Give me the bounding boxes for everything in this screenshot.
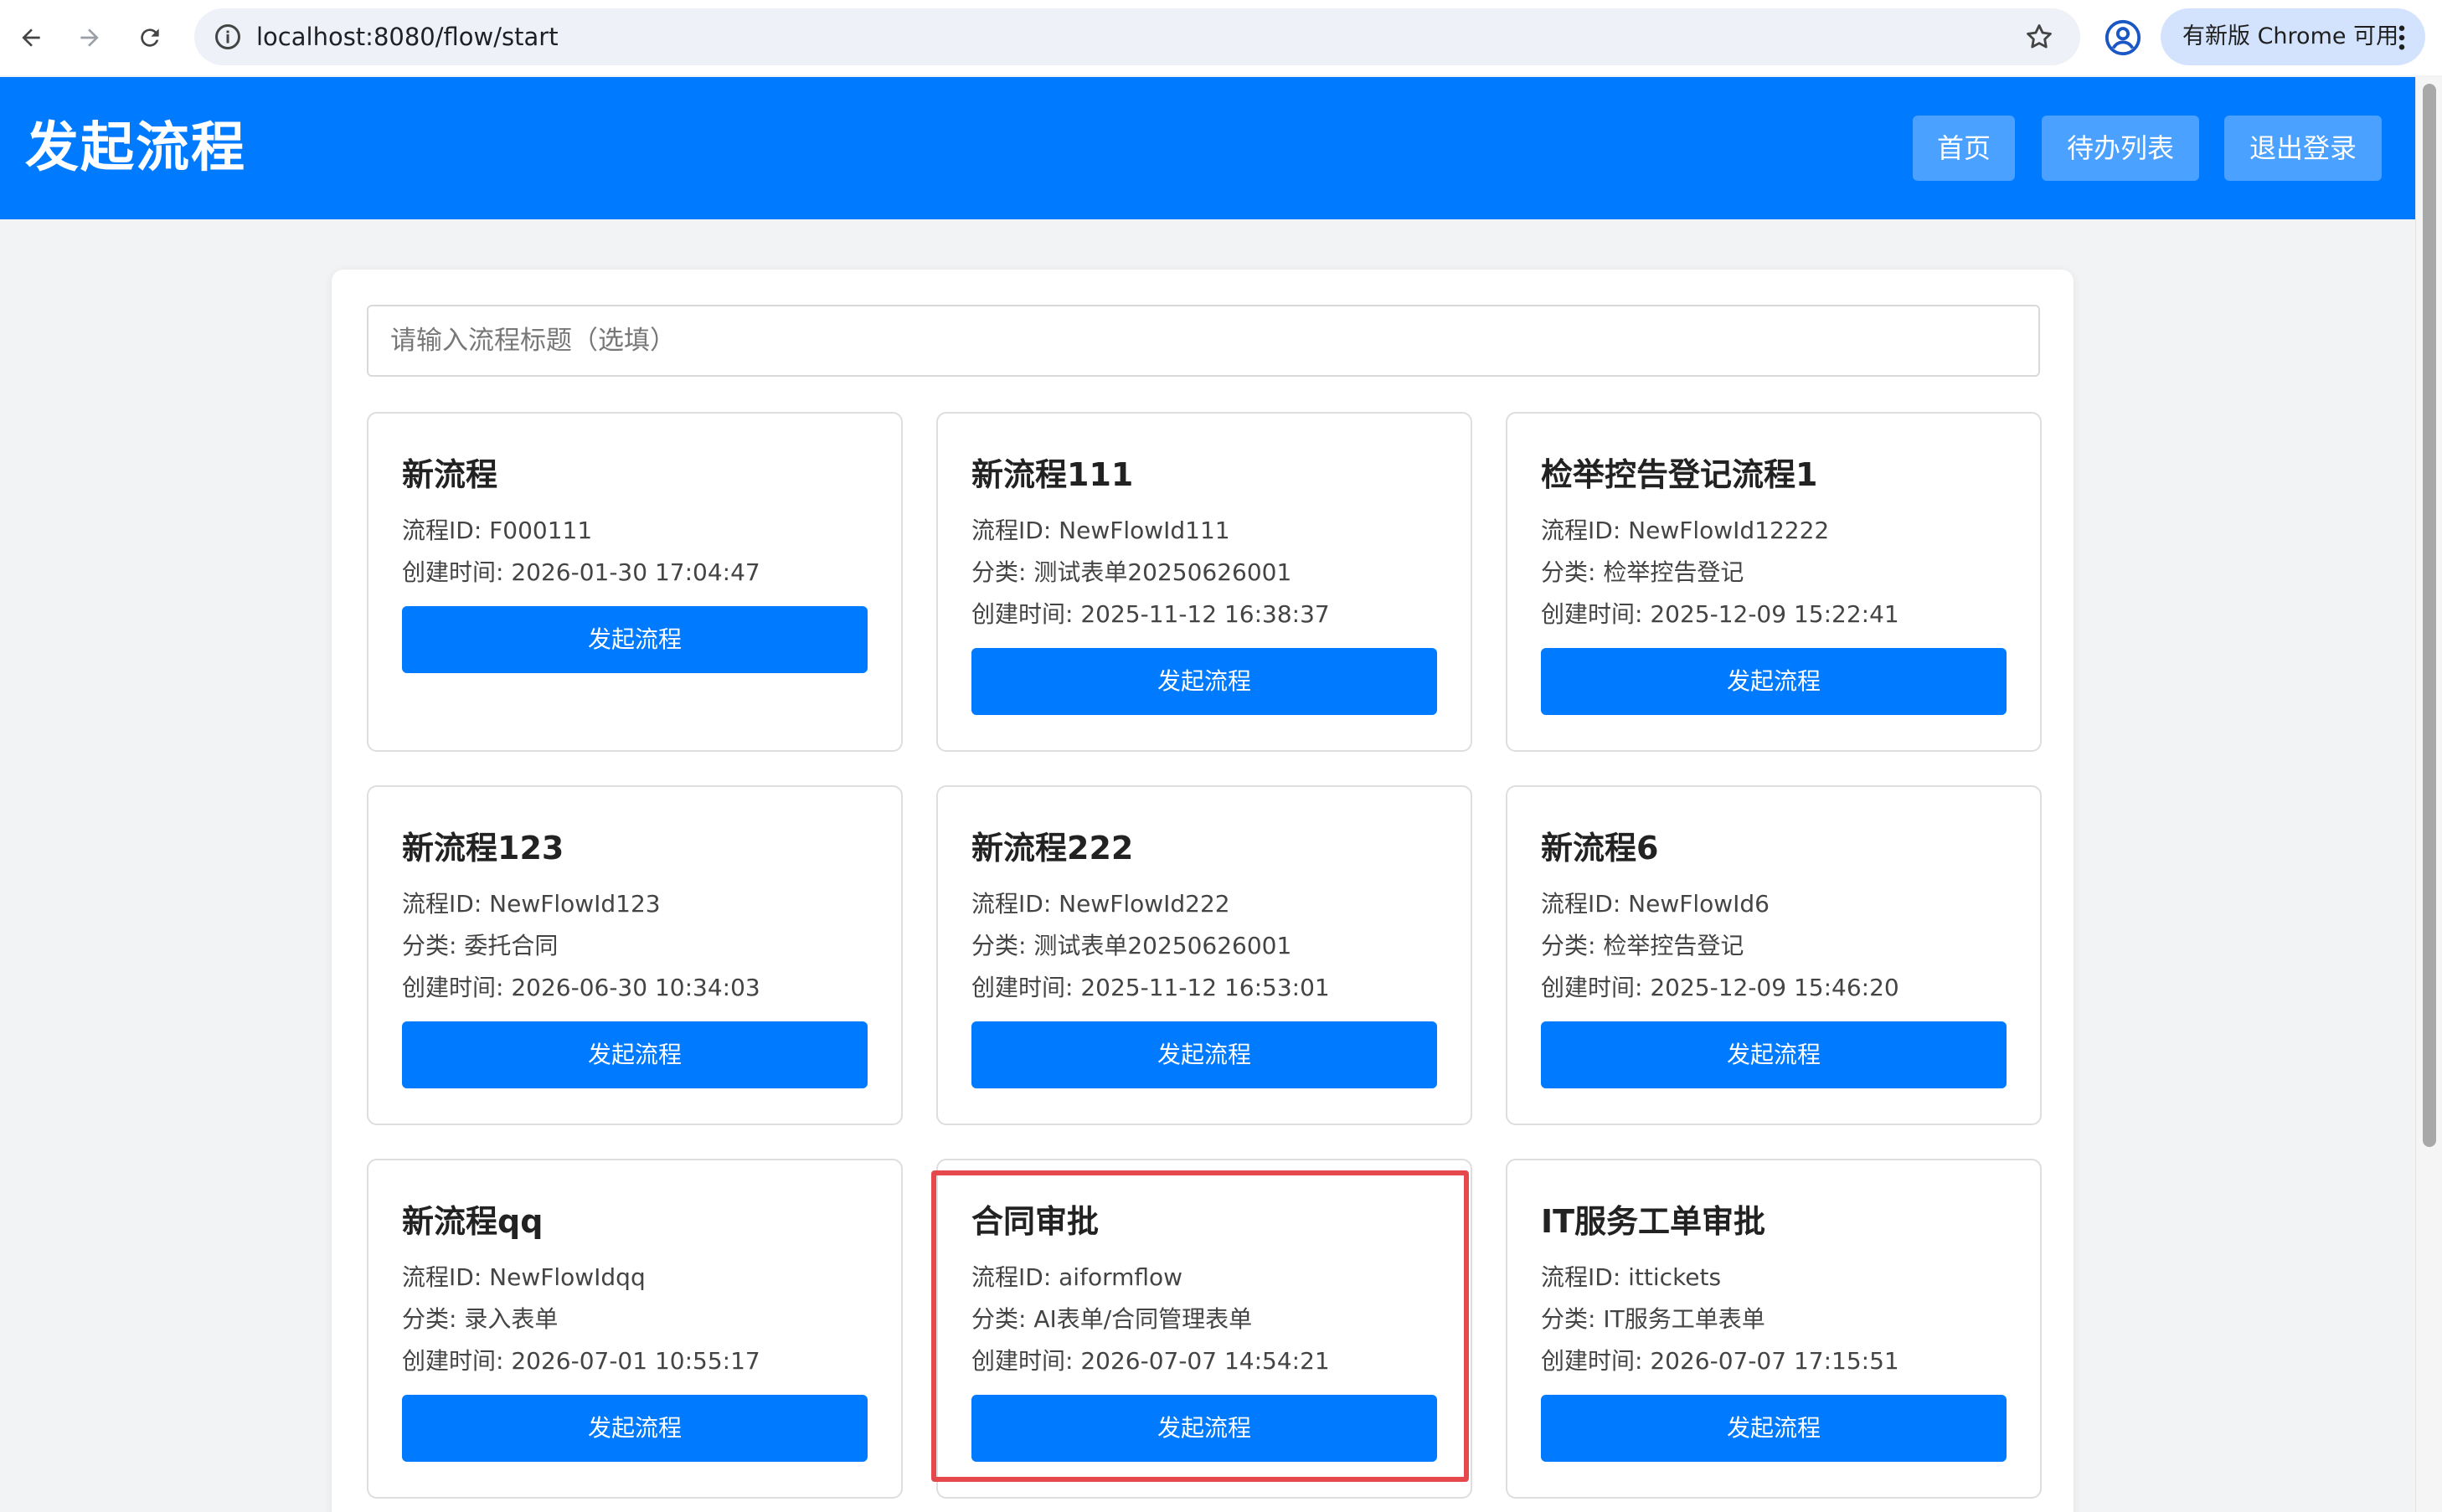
flow-card-created: 创建时间: 2026-06-30 10:34:03	[402, 974, 760, 1001]
reload-button[interactable]	[127, 15, 173, 60]
flow-card-id: 流程ID: NewFlowId123	[402, 890, 661, 918]
flow-card-title: 合同审批	[971, 1203, 1100, 1240]
flow-card-title: 检举控告登记流程1	[1541, 456, 1818, 493]
chrome-update-label: 有新版 Chrome 可用	[2182, 23, 2399, 49]
back-button[interactable]	[8, 15, 54, 60]
flow-card-title: 新流程	[402, 456, 498, 493]
start-flow-button[interactable]: 发起流程	[971, 648, 1437, 715]
start-flow-button[interactable]: 发起流程	[402, 1395, 868, 1462]
flow-card-category: 分类: 测试表单20250626001	[971, 558, 1292, 586]
flow-card-created: 创建时间: 2026-07-07 17:15:51	[1541, 1347, 1899, 1375]
flow-card-title: 新流程123	[402, 830, 564, 867]
flow-card-category: 分类: 检举控告登记	[1541, 932, 1744, 959]
flow-card-title: 新流程6	[1541, 830, 1659, 867]
forward-button[interactable]	[67, 15, 112, 60]
flow-card-id: 流程ID: NewFlowId111	[971, 517, 1230, 544]
browser-toolbar: localhost:8080/flow/start 有新版 Chrome 可用	[0, 0, 2442, 75]
flow-card: 新流程123 流程ID: NewFlowId123 分类: 委托合同 创建时间:…	[367, 785, 903, 1125]
url-text[interactable]: localhost:8080/flow/start	[256, 8, 559, 65]
chrome-update-button[interactable]: 有新版 Chrome 可用	[2161, 8, 2425, 65]
flow-card: 合同审批 流程ID: aiformflow 分类: AI表单/合同管理表单 创建…	[936, 1159, 1472, 1499]
flow-card-category: 分类: 检举控告登记	[1541, 558, 1744, 586]
flow-card: 新流程222 流程ID: NewFlowId222 分类: 测试表单202506…	[936, 785, 1472, 1125]
page-title: 发起流程	[25, 117, 246, 179]
flow-card: IT服务工单审批 流程ID: ittickets 分类: IT服务工单表单 创建…	[1506, 1159, 2042, 1499]
flow-card-category: 分类: 委托合同	[402, 932, 559, 959]
start-flow-button[interactable]: 发起流程	[1541, 1021, 2007, 1088]
flow-card-id: 流程ID: NewFlowId222	[971, 890, 1230, 918]
flow-card-id: 流程ID: NewFlowId12222	[1541, 517, 1830, 544]
forward-arrow-icon	[80, 28, 99, 47]
flow-card-created: 创建时间: 2025-12-09 15:22:41	[1541, 600, 1899, 628]
flow-card-category: 分类: 录入表单	[402, 1305, 559, 1333]
flow-card-id: 流程ID: NewFlowIdqq	[402, 1263, 646, 1291]
flow-card-created: 创建时间: 2026-07-01 10:55:17	[402, 1347, 760, 1375]
flow-card-created: 创建时间: 2026-07-07 14:54:21	[971, 1347, 1330, 1375]
page-scrollbar[interactable]	[2415, 77, 2442, 1512]
todo-list-button[interactable]: 待办列表	[2042, 116, 2199, 181]
site-info-icon[interactable]	[213, 22, 243, 52]
start-flow-button[interactable]: 发起流程	[1541, 648, 2007, 715]
flow-card-created: 创建时间: 2025-11-12 16:53:01	[971, 974, 1330, 1001]
start-flow-button[interactable]: 发起流程	[402, 1021, 868, 1088]
start-flow-button[interactable]: 发起流程	[971, 1395, 1437, 1462]
flow-card-category: 分类: 测试表单20250626001	[971, 932, 1292, 959]
scrollbar-thumb[interactable]	[2423, 84, 2436, 1147]
reload-icon	[141, 28, 159, 47]
flow-card: 新流程qq 流程ID: NewFlowIdqq 分类: 录入表单 创建时间: 2…	[367, 1159, 903, 1499]
start-flow-button[interactable]: 发起流程	[1541, 1395, 2007, 1462]
address-bar[interactable]: localhost:8080/flow/start	[194, 8, 2080, 65]
flow-card: 检举控告登记流程1 流程ID: NewFlowId12222 分类: 检举控告登…	[1506, 412, 2042, 752]
flow-card-title: IT服务工单审批	[1541, 1203, 1766, 1240]
flow-card: 新流程111 流程ID: NewFlowId111 分类: 测试表单202506…	[936, 412, 1472, 752]
start-flow-button[interactable]: 发起流程	[402, 606, 868, 673]
back-arrow-icon	[22, 28, 40, 47]
logout-button[interactable]: 退出登录	[2224, 116, 2382, 181]
flow-card-title: 新流程222	[971, 830, 1134, 867]
flow-card: 新流程 流程ID: F000111 创建时间: 2026-01-30 17:04…	[367, 412, 903, 752]
flow-card-category: 分类: IT服务工单表单	[1541, 1305, 1765, 1333]
app-header: 发起流程 首页 待办列表 退出登录	[0, 77, 2415, 219]
bookmark-star-icon[interactable]	[2023, 21, 2055, 53]
flow-card-id: 流程ID: ittickets	[1541, 1263, 1722, 1291]
flow-card-created: 创建时间: 2026-01-30 17:04:47	[402, 558, 760, 586]
flow-card-title: 新流程qq	[402, 1203, 544, 1240]
flow-card-id: 流程ID: F000111	[402, 517, 593, 544]
flow-list-panel: 新流程 流程ID: F000111 创建时间: 2026-01-30 17:04…	[332, 270, 2074, 1512]
start-flow-button[interactable]: 发起流程	[971, 1021, 1437, 1088]
flow-title-input[interactable]	[367, 305, 2040, 377]
flow-card-id: 流程ID: aiformflow	[971, 1263, 1183, 1291]
flow-card-created: 创建时间: 2025-12-09 15:46:20	[1541, 974, 1899, 1001]
flow-card-title: 新流程111	[971, 456, 1134, 493]
flow-card-created: 创建时间: 2025-11-12 16:38:37	[971, 600, 1330, 628]
flow-card-id: 流程ID: NewFlowId6	[1541, 890, 1770, 918]
flow-card: 新流程6 流程ID: NewFlowId6 分类: 检举控告登记 创建时间: 2…	[1506, 785, 2042, 1125]
kebab-menu-icon[interactable]	[2397, 25, 2407, 50]
profile-icon[interactable]	[2104, 18, 2142, 57]
flow-card-category: 分类: AI表单/合同管理表单	[971, 1305, 1253, 1333]
home-button[interactable]: 首页	[1913, 116, 2015, 181]
